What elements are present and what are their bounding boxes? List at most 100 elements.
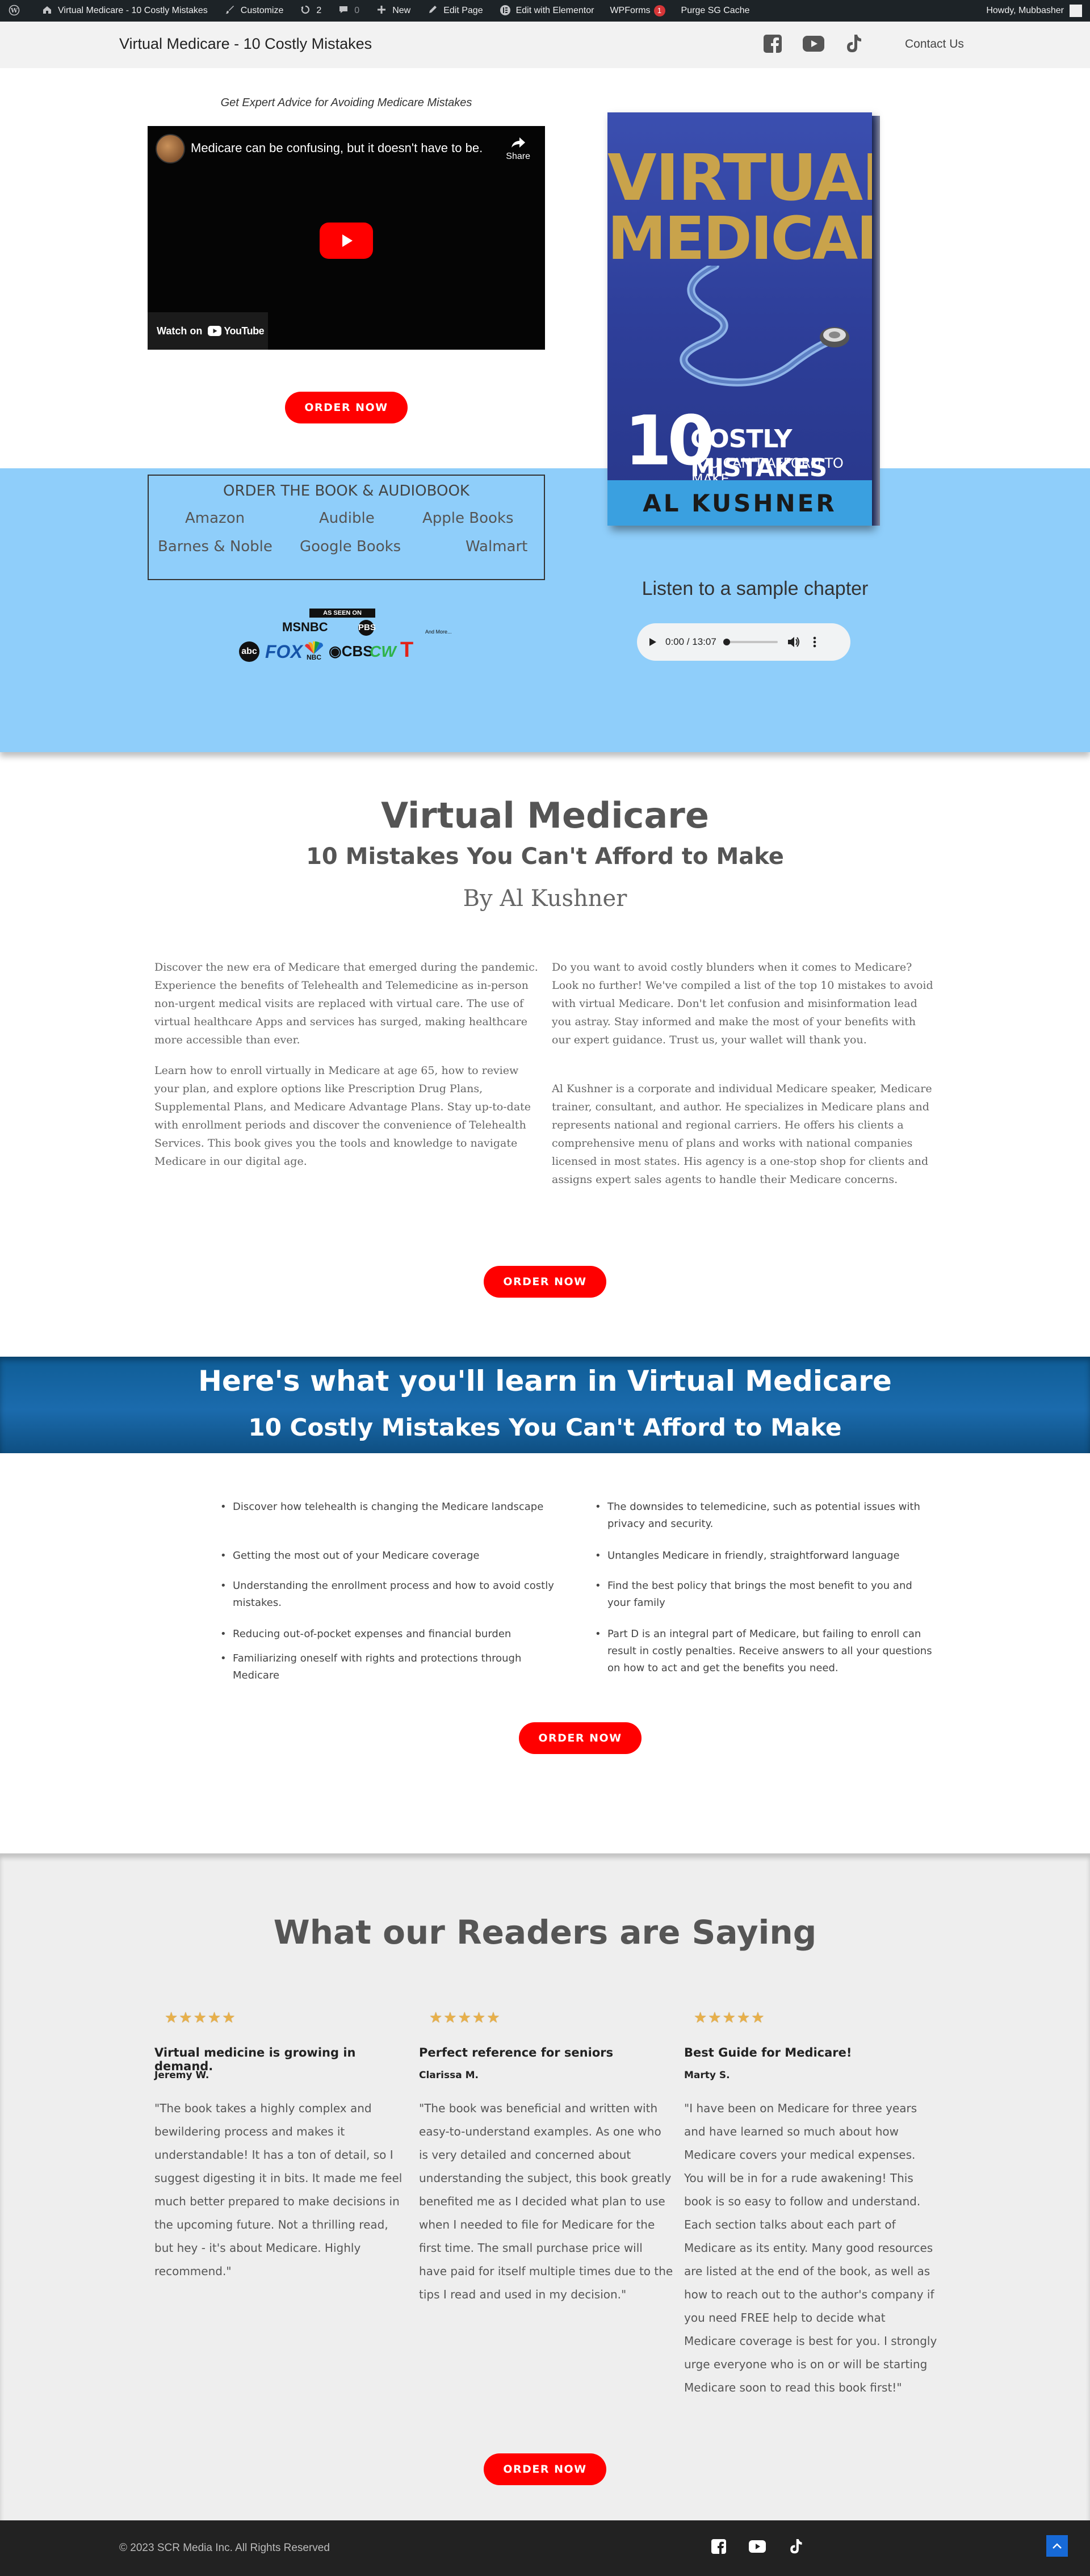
admin-wpforms-label: WPForms bbox=[610, 6, 651, 15]
order-links-box: ORDER THE BOOK & AUDIOBOOK Amazon Audibl… bbox=[148, 475, 545, 580]
as-seen-on-logos: AS SEEN ON MSNBC PBS And More... abc FOX… bbox=[236, 609, 463, 665]
admin-new-link[interactable]: New bbox=[367, 0, 418, 22]
chevron-up-icon bbox=[1053, 2543, 1062, 2549]
book-spine bbox=[872, 116, 880, 526]
order-now-button[interactable]: ORDER NOW bbox=[519, 1722, 642, 1754]
and-more-label: And More... bbox=[425, 629, 452, 635]
audio-time: 0:00 / 13:07 bbox=[665, 636, 716, 647]
amazon-link[interactable]: Amazon bbox=[185, 510, 245, 527]
cbs-label: CBS bbox=[341, 643, 373, 660]
testimonial-headline: Best Guide for Medicare! bbox=[684, 2046, 852, 2059]
share-button[interactable]: Share bbox=[506, 136, 530, 162]
cbs-eye-icon: ◉ bbox=[329, 643, 342, 660]
admin-updates-count: 2 bbox=[316, 6, 322, 15]
about-left-paragraph-2: Learn how to enroll virtually in Medicar… bbox=[154, 1064, 531, 1168]
learn-list-item: Find the best policy that brings the mos… bbox=[595, 1578, 936, 1612]
youtube-icon[interactable] bbox=[747, 2536, 768, 2557]
admin-wpforms-link[interactable]: WPForms 1 bbox=[602, 0, 673, 22]
barnes-noble-link[interactable]: Barnes & Noble bbox=[158, 538, 272, 555]
facebook-icon[interactable] bbox=[708, 2536, 729, 2557]
testimonial-author: Marty S. bbox=[684, 2070, 730, 2081]
apple-books-link[interactable]: Apple Books bbox=[422, 510, 514, 527]
plus-icon bbox=[375, 5, 388, 17]
site-footer: © 2023 SCR Media Inc. All Rights Reserve… bbox=[0, 2520, 1090, 2576]
admin-purge-cache-label: Purge SG Cache bbox=[681, 6, 750, 15]
book-author-band: AL KUSHNER bbox=[607, 480, 872, 526]
learn-title: Here's what you'll learn in Virtual Medi… bbox=[198, 1365, 892, 1398]
refresh-icon bbox=[299, 5, 312, 17]
admin-bar: W Virtual Medicare - 10 Costly Mistakes … bbox=[0, 0, 1090, 22]
order-now-button[interactable]: ORDER NOW bbox=[484, 2453, 606, 2485]
share-label: Share bbox=[506, 152, 530, 161]
audio-progress-slider[interactable] bbox=[723, 639, 778, 645]
testimonial-body: "I have been on Medicare for three years… bbox=[684, 2101, 937, 2394]
tiktok-icon[interactable] bbox=[843, 33, 865, 54]
cw-logo: CW bbox=[370, 643, 396, 660]
play-icon[interactable] bbox=[647, 637, 657, 647]
admin-account-menu[interactable]: Howdy, Mubbasher bbox=[986, 5, 1090, 17]
walmart-link[interactable]: Walmart bbox=[466, 538, 527, 555]
admin-purge-cache-link[interactable]: Purge SG Cache bbox=[673, 0, 758, 22]
testimonial-body: "The book takes a highly complex and bew… bbox=[154, 2101, 403, 2278]
order-now-button[interactable]: ORDER NOW bbox=[484, 1266, 606, 1298]
admin-updates-link[interactable]: 2 bbox=[291, 0, 329, 22]
about-title: Virtual Medicare bbox=[381, 795, 709, 836]
learn-list-item: Reducing out-of-pocket expenses and fina… bbox=[220, 1626, 561, 1643]
sample-chapter-title: Listen to a sample chapter bbox=[642, 578, 869, 599]
home-icon bbox=[41, 5, 53, 17]
comment-icon bbox=[337, 5, 350, 17]
book-title-line2: MEDICARE bbox=[607, 204, 872, 273]
channel-avatar[interactable] bbox=[156, 134, 185, 163]
star-rating: ★★★★★ bbox=[429, 2009, 501, 2027]
avatar bbox=[1070, 5, 1082, 17]
tiktok-icon[interactable] bbox=[786, 2536, 806, 2557]
cbs-logo: ◉CBS bbox=[329, 643, 373, 660]
nbc-peacock-icon bbox=[305, 641, 323, 654]
testimonial-author: Clarissa M. bbox=[419, 2070, 479, 2081]
admin-elementor-label: Edit with Elementor bbox=[515, 6, 594, 15]
youtube-video-embed[interactable]: Medicare can be confusing, but it doesn'… bbox=[148, 126, 545, 350]
scroll-to-top-button[interactable] bbox=[1046, 2535, 1068, 2557]
telemundo-logo: T bbox=[400, 638, 414, 662]
admin-site-name-link[interactable]: Virtual Medicare - 10 Costly Mistakes bbox=[33, 0, 216, 22]
watch-on-youtube-button[interactable]: Watch on YouTube bbox=[148, 312, 268, 350]
video-title[interactable]: Medicare can be confusing, but it doesn'… bbox=[191, 141, 483, 156]
learn-list-item: Discover how telehealth is changing the … bbox=[220, 1499, 561, 1516]
about-author-line: By Al Kushner bbox=[463, 886, 627, 912]
elementor-icon bbox=[499, 5, 512, 17]
learn-list-item: The downsides to telemedicine, such as p… bbox=[595, 1499, 936, 1533]
about-left-paragraph-1: Discover the new era of Medicare that em… bbox=[154, 961, 538, 1046]
admin-elementor-link[interactable]: Edit with Elementor bbox=[491, 0, 602, 22]
wordpress-logo-button[interactable]: W bbox=[0, 0, 33, 22]
contact-us-link[interactable]: Contact Us bbox=[905, 37, 964, 51]
admin-customize-link[interactable]: Customize bbox=[216, 0, 292, 22]
learn-subtitle: 10 Costly Mistakes You Can't Afford to M… bbox=[248, 1413, 842, 1441]
more-options-icon[interactable] bbox=[812, 636, 818, 648]
volume-icon[interactable] bbox=[787, 636, 800, 648]
order-box-title: ORDER THE BOOK & AUDIOBOOK bbox=[223, 483, 469, 500]
stethoscope-icon bbox=[680, 266, 849, 387]
audio-player[interactable]: 0:00 / 13:07 bbox=[637, 623, 850, 661]
star-rating: ★★★★★ bbox=[694, 2009, 766, 2027]
admin-new-label: New bbox=[392, 6, 411, 15]
audible-link[interactable]: Audible bbox=[319, 510, 375, 527]
facebook-icon[interactable] bbox=[762, 33, 783, 54]
book-cover[interactable]: VIRTUAL MEDICARE 10 COSTLY MISTAKES YOU … bbox=[607, 112, 880, 526]
pbs-logo: PBS bbox=[358, 620, 376, 636]
wpforms-badge: 1 bbox=[653, 5, 665, 16]
watch-on-label: Watch on bbox=[157, 325, 203, 337]
about-right-paragraph-1: Do you want to avoid costly blunders whe… bbox=[552, 961, 933, 1046]
video-caption: Get Expert Advice for Avoiding Medicare … bbox=[220, 97, 472, 109]
site-title[interactable]: Virtual Medicare - 10 Costly Mistakes bbox=[119, 35, 372, 53]
star-rating: ★★★★★ bbox=[165, 2009, 237, 2027]
order-now-button[interactable]: ORDER NOW bbox=[285, 392, 408, 423]
admin-edit-page-link[interactable]: Edit Page bbox=[418, 0, 491, 22]
youtube-logo-icon bbox=[208, 326, 222, 336]
google-books-link[interactable]: Google Books bbox=[300, 538, 401, 555]
admin-comments-link[interactable]: 0 bbox=[329, 0, 367, 22]
play-button[interactable] bbox=[320, 223, 373, 259]
brush-icon bbox=[224, 5, 236, 17]
youtube-icon[interactable] bbox=[803, 33, 824, 54]
play-icon bbox=[342, 234, 353, 247]
youtube-wordmark: YouTube bbox=[224, 325, 265, 337]
